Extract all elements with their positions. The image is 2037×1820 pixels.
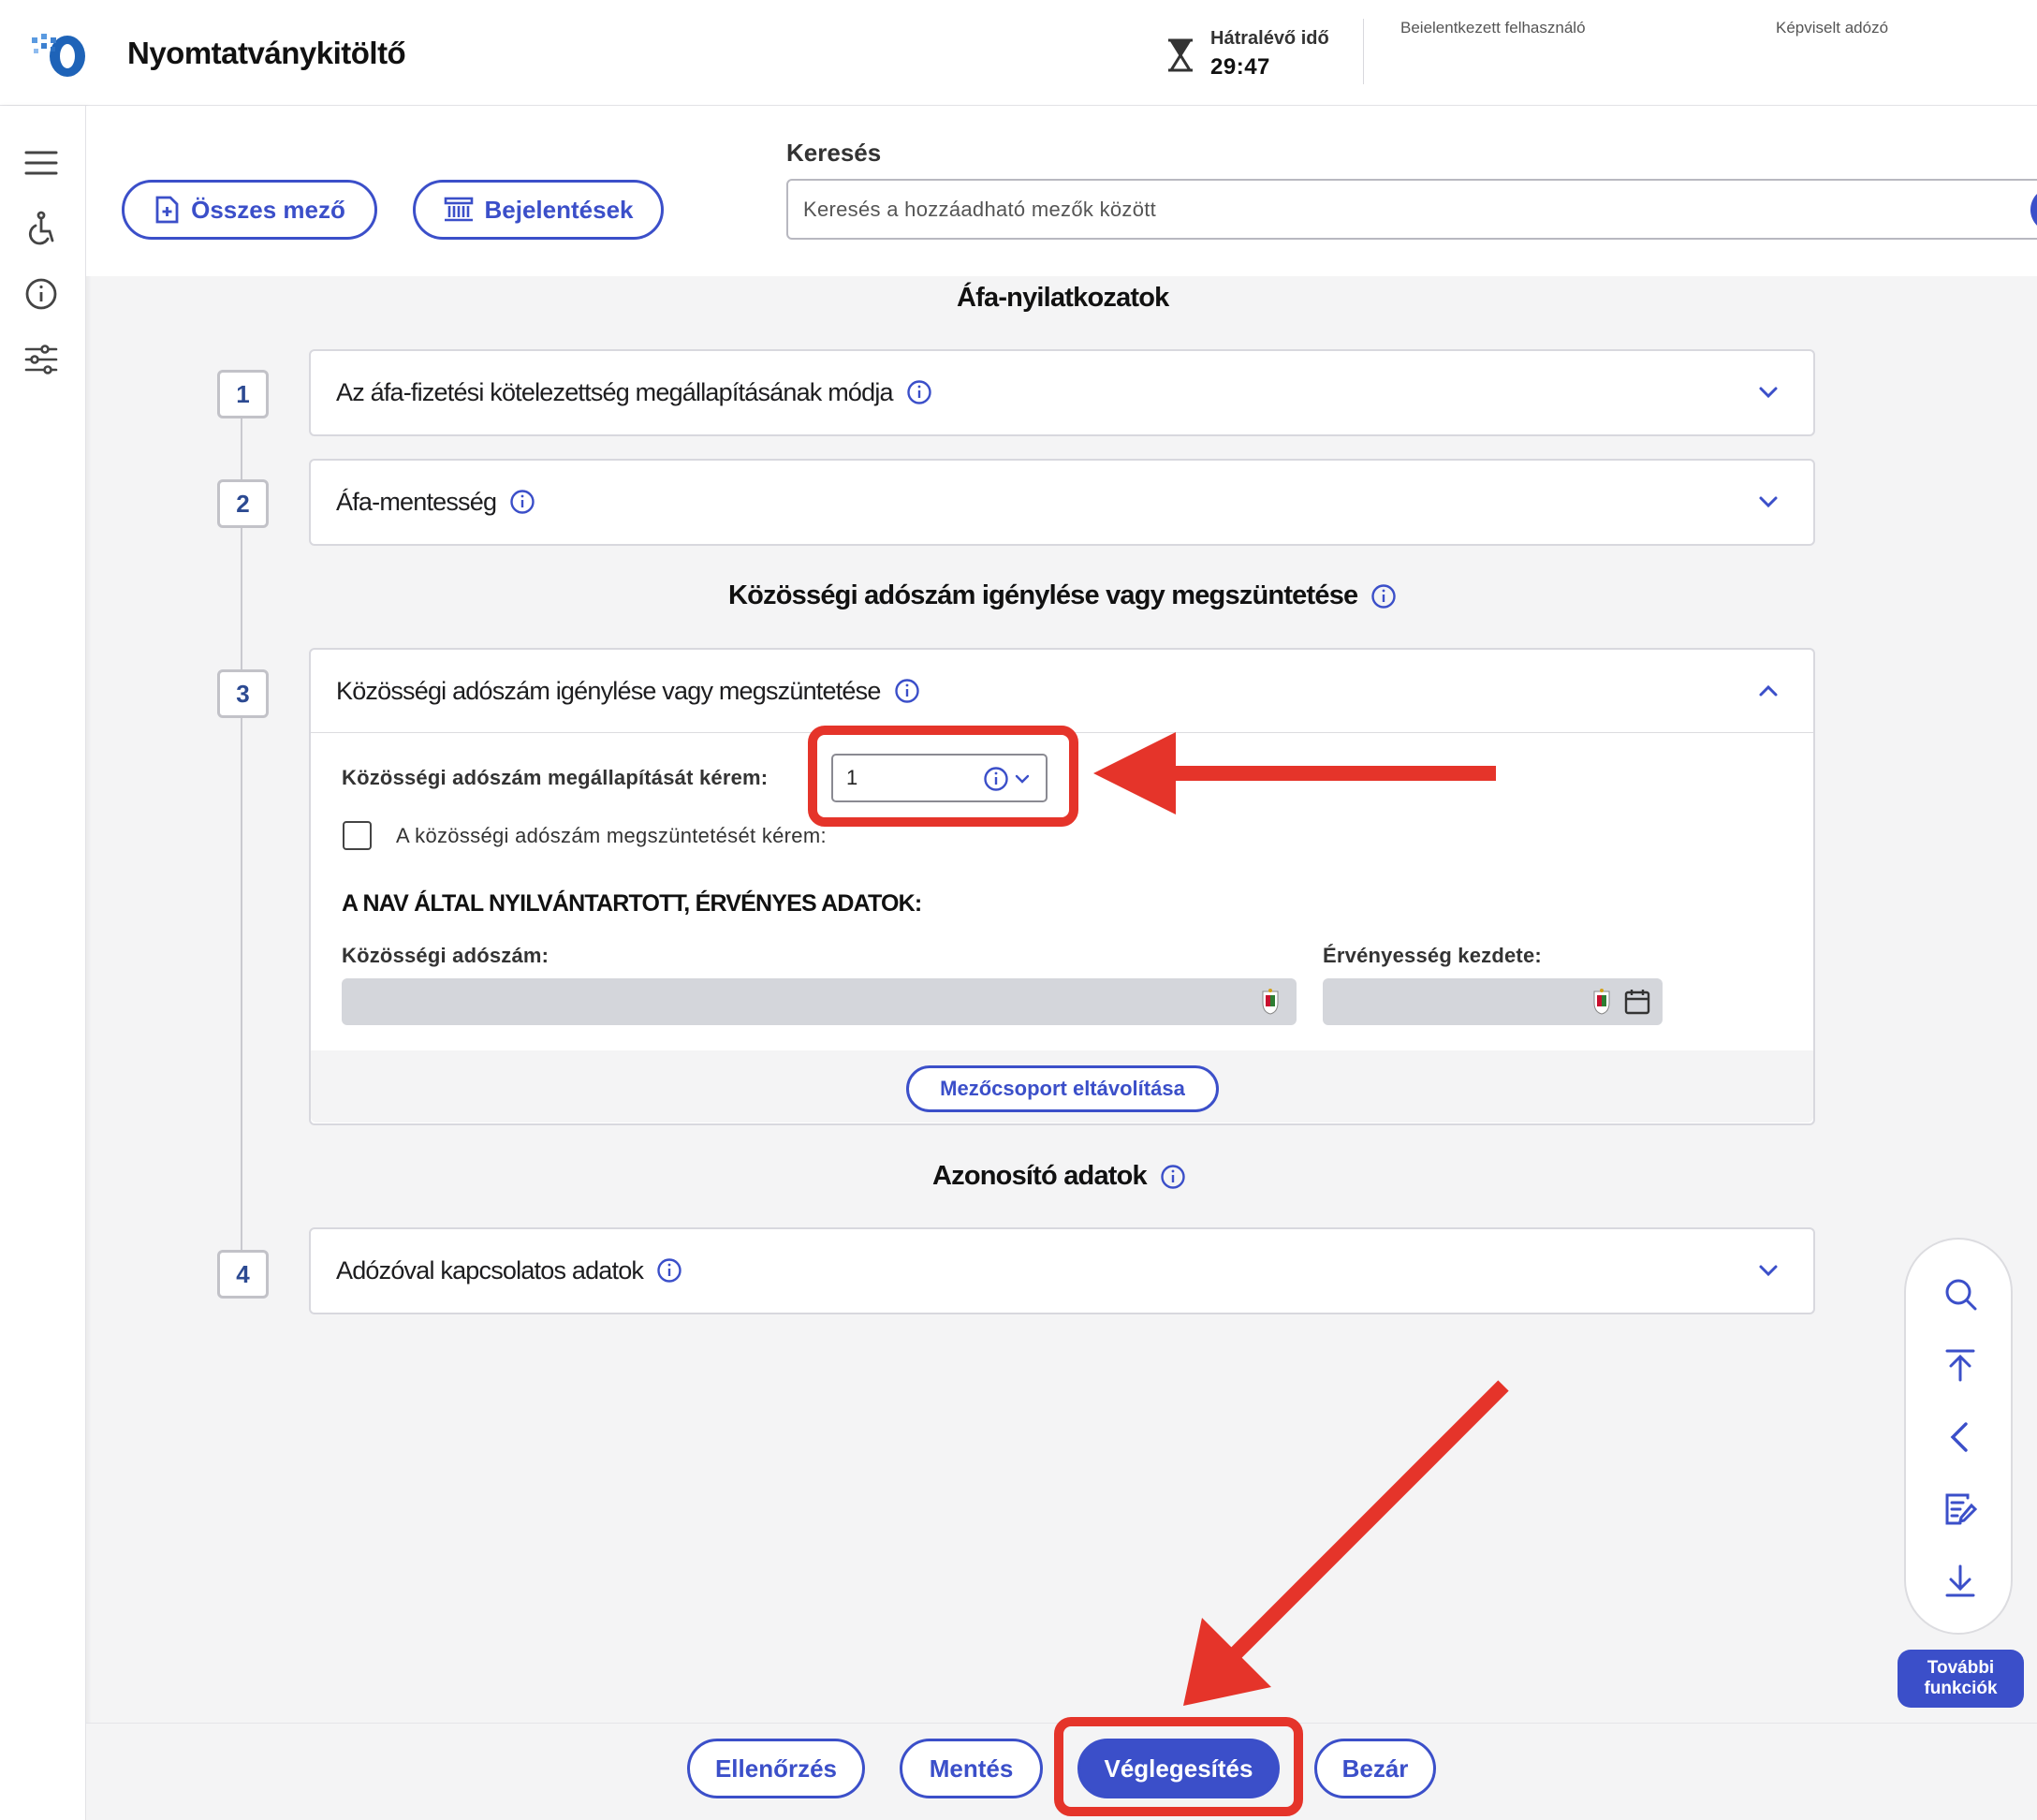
search-label: Keresés xyxy=(786,139,882,167)
download-icon[interactable] xyxy=(1942,1563,1979,1600)
accessibility-icon[interactable] xyxy=(23,211,59,246)
info-icon[interactable] xyxy=(509,489,535,515)
check-button[interactable]: Ellenőrzés xyxy=(687,1739,865,1798)
menu-icon[interactable] xyxy=(23,145,59,181)
nav-data-heading: A NAV ÁLTAL NYILVÁNTARTOTT, ÉRVÉNYES ADA… xyxy=(342,890,922,917)
timer-label: Hátralévő idő xyxy=(1210,28,1329,49)
cancel-label: A közösségi adószám megszüntetését kérem… xyxy=(396,824,827,847)
card-taxpayer-data: Adózóval kapcsolatos adatok xyxy=(309,1227,1815,1314)
card-header-taxpayer-data[interactable]: Adózóval kapcsolatos adatok xyxy=(311,1229,1813,1312)
card-title: Az áfa-fizetési kötelezettség megállapít… xyxy=(336,377,894,406)
card-title: Közösségi adószám igénylése vagy megszün… xyxy=(336,676,881,705)
app-title: Nyomtatványkitöltő xyxy=(127,36,406,70)
card-header-vat-exemption[interactable]: Áfa-mentesség xyxy=(311,461,1813,543)
timer-value: 29:47 xyxy=(1210,54,1270,80)
community-tax-number-input xyxy=(342,978,1297,1025)
reports-label: Bejelentések xyxy=(484,195,634,224)
annotation-arrow-diagonal xyxy=(1183,1380,1509,1706)
info-icon[interactable] xyxy=(1370,583,1397,609)
info-icon[interactable] xyxy=(1160,1164,1186,1190)
logged-in-user-label[interactable]: Beielentkezett felhasználó xyxy=(1400,19,1586,37)
close-button[interactable]: Bezár xyxy=(1314,1739,1436,1798)
all-fields-button[interactable]: Összes mező xyxy=(122,180,377,240)
add-document-icon xyxy=(154,196,180,224)
card-title: Áfa-mentesség xyxy=(336,487,497,516)
section-title-vat-declarations: Áfa-nyilatkozatok xyxy=(957,283,1169,313)
card-title: Adózóval kapcsolatos adatok xyxy=(336,1255,644,1284)
more-functions-button[interactable]: További funkciók xyxy=(1898,1650,2024,1708)
chevron-up-icon[interactable] xyxy=(1755,678,1781,704)
calendar-icon[interactable] xyxy=(1623,988,1651,1016)
chevron-down-icon[interactable] xyxy=(1755,1257,1781,1284)
settings-sliders-icon[interactable] xyxy=(23,342,59,377)
section-title-community-tax-number: Közösségi adószám igénylése vagy megszün… xyxy=(728,580,1397,611)
search-input[interactable] xyxy=(803,181,2011,238)
all-fields-label: Összes mező xyxy=(191,195,345,224)
left-sidebar xyxy=(0,106,86,1820)
toolbar: Összes mező Bejelentések Keresés xyxy=(86,106,2037,276)
reports-button[interactable]: Bejelentések xyxy=(413,180,664,240)
save-button[interactable]: Mentés xyxy=(900,1739,1043,1798)
back-icon[interactable] xyxy=(1942,1418,1979,1456)
info-icon[interactable] xyxy=(894,678,920,704)
hourglass-icon xyxy=(1165,37,1196,73)
coat-of-arms-icon xyxy=(1260,988,1281,1016)
scroll-top-icon[interactable] xyxy=(1942,1346,1979,1384)
cancel-checkbox[interactable] xyxy=(343,821,372,850)
coat-of-arms-icon xyxy=(1591,988,1612,1016)
step-number-1: 1 xyxy=(217,370,269,418)
annotation-highlight-select xyxy=(808,726,1078,827)
remove-field-group-button[interactable]: Mezőcsoport eltávolítása xyxy=(906,1065,1219,1112)
floating-toolbar xyxy=(1904,1238,2013,1635)
chevron-down-icon[interactable] xyxy=(1755,379,1781,405)
validity-start-input xyxy=(1323,978,1663,1025)
card-community-tax-number: Közösségi adószám igénylése vagy megszün… xyxy=(309,648,1815,1125)
section-title-identification-data: Azonosító adatok xyxy=(932,1161,1186,1192)
step-number-3: 3 xyxy=(217,669,269,718)
represented-taxpayer-label[interactable]: Képviselt adózó xyxy=(1776,19,1888,37)
header-divider xyxy=(1363,19,1364,84)
search-field xyxy=(786,179,2037,240)
step-number-4: 4 xyxy=(217,1250,269,1299)
chevron-down-icon[interactable] xyxy=(1755,489,1781,515)
search-icon[interactable] xyxy=(1942,1275,1979,1313)
edit-form-icon[interactable] xyxy=(1942,1490,1979,1528)
card-vat-exemption: Áfa-mentesség xyxy=(309,459,1815,546)
annotation-highlight-finalize xyxy=(1054,1717,1303,1816)
community-tax-number-label: Közösségi adószám: xyxy=(342,944,550,967)
institution-icon xyxy=(444,197,474,223)
app-logo xyxy=(30,32,90,79)
top-header: Nyomtatványkitöltő Hátralévő idő 29:47 B… xyxy=(0,0,2037,106)
card-body: Közösségi adószám megállapítását kérem: … xyxy=(311,726,1813,1050)
card-header-community-tax-number[interactable]: Közösségi adószám igénylése vagy megszün… xyxy=(311,650,1813,732)
card-vat-payment-method: Az áfa-fizetési kötelezettség megállapít… xyxy=(309,349,1815,436)
validity-start-label: Érvényesség kezdete: xyxy=(1323,944,1542,967)
card-footer: Mezőcsoport eltávolítása xyxy=(311,1050,1813,1123)
info-icon[interactable] xyxy=(906,379,932,405)
request-label: Közösségi adószám megállapítását kérem: xyxy=(342,766,769,789)
card-header-vat-payment-method[interactable]: Az áfa-fizetési kötelezettség megállapít… xyxy=(311,351,1813,433)
step-number-2: 2 xyxy=(217,479,269,528)
info-icon[interactable] xyxy=(23,276,59,312)
info-icon[interactable] xyxy=(656,1257,682,1284)
search-button[interactable] xyxy=(2030,187,2037,232)
